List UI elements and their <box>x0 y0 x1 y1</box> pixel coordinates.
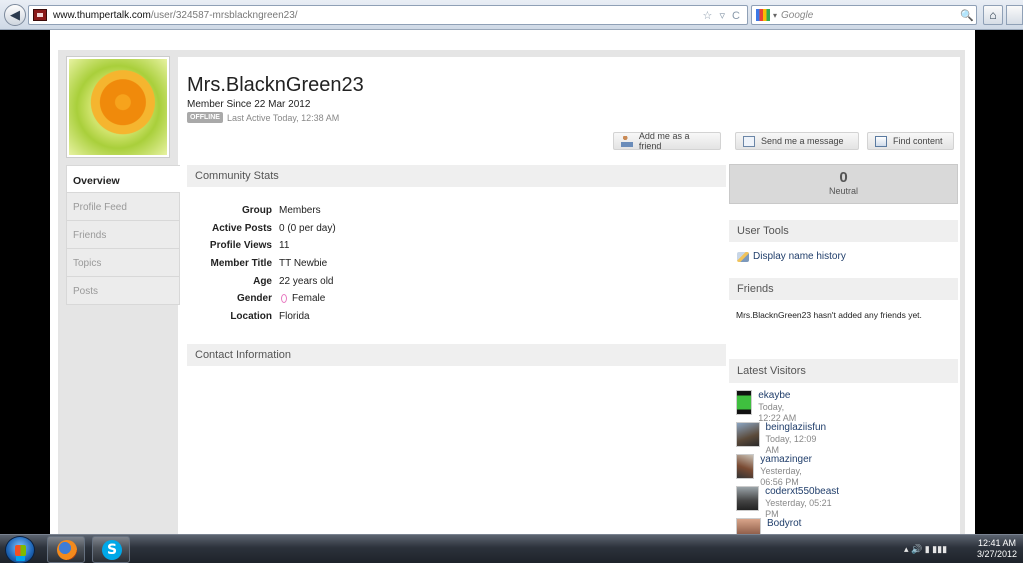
stat-row-member-title: Member Title TT Newbie <box>210 258 328 270</box>
tab-overview[interactable]: Overview <box>66 165 180 193</box>
tab-profile-feed[interactable]: Profile Feed <box>66 193 180 221</box>
list-item[interactable]: Bodyrot <box>736 518 801 534</box>
stat-row-age: Age 22 years old <box>253 275 334 287</box>
page-title: Mrs.BlacknGreen23 <box>187 74 364 96</box>
skype-taskbar-button[interactable]: S <box>92 536 130 563</box>
tab-friends[interactable]: Friends <box>66 221 180 249</box>
find-content-icon <box>875 135 887 147</box>
clock-time: 12:41 AM <box>977 538 1017 548</box>
page-content: Mrs.BlacknGreen23 Member Since 22 Mar 20… <box>50 30 975 534</box>
browser-toolbar: ◀ www.thumpertalk.com/user/324587-mrsbla… <box>0 0 1023 30</box>
toolbar-extra-button[interactable] <box>1006 5 1023 25</box>
latest-visitors-header: Latest Visitors <box>729 359 958 383</box>
bookmark-star-icon[interactable]: ☆ ▿ C <box>703 9 747 22</box>
avatar[interactable] <box>736 390 753 415</box>
add-friend-icon <box>621 135 633 147</box>
avatar[interactable] <box>736 518 761 534</box>
url-domain: www.thumpertalk.com <box>53 9 151 21</box>
last-active: Last Active Today, 12:38 AM <box>226 112 340 123</box>
member-since: Member Since 22 Mar 2012 <box>187 99 311 110</box>
stat-row-group: Group Members <box>242 205 321 217</box>
search-input[interactable]: Google <box>781 10 958 21</box>
community-stats-list: Group Members Active Posts 0 (0 per day) P… <box>187 202 487 325</box>
home-icon: ⌂ <box>989 8 997 22</box>
skype-icon: S <box>102 540 122 560</box>
reputation-box: 0 Neutral <box>729 164 958 204</box>
profile-photo[interactable] <box>66 56 170 158</box>
url-text: www.thumpertalk.com/user/324587-mrsblack… <box>53 10 703 21</box>
avatar[interactable] <box>736 454 755 479</box>
back-arrow-icon: ◀ <box>10 7 20 22</box>
system-tray[interactable]: ▴ 🔊 ▮ ▮▮▮ <box>900 535 970 563</box>
taskbar-empty-area <box>136 536 896 563</box>
send-message-button[interactable]: Send me a message <box>735 132 859 150</box>
display-name-history-link[interactable]: Display name history <box>737 251 846 262</box>
search-bar[interactable]: ▾ Google 🔍 <box>751 5 977 25</box>
add-friend-button[interactable]: Add me as a friend <box>613 131 721 151</box>
firefox-icon <box>57 540 77 560</box>
tab-topics[interactable]: Topics <box>66 249 180 277</box>
system-clock[interactable]: 12:41 AM 3/27/2012 <box>973 538 1021 560</box>
list-item[interactable]: yamazinger Yesterday, 06:56 PM <box>736 454 819 487</box>
friends-empty-text: Mrs.BlacknGreen23 hasn't added any frien… <box>736 310 922 320</box>
user-tools-header: User Tools <box>729 220 958 242</box>
find-content-button[interactable]: Find content <box>867 132 954 150</box>
status-badge: OFFLINE <box>187 112 223 123</box>
chevron-down-icon[interactable]: ▾ <box>773 11 777 20</box>
search-icon[interactable]: 🔍 <box>958 6 976 24</box>
list-item[interactable]: coderxt550beast Yesterday, 05:21 PM <box>736 486 841 519</box>
contact-info-header: Contact Information <box>187 344 726 366</box>
firefox-taskbar-button[interactable] <box>47 536 85 563</box>
profile-tabs: Overview Profile Feed Friends Topics Pos… <box>66 165 180 305</box>
page-viewport: Mrs.BlacknGreen23 Member Since 22 Mar 20… <box>0 30 1023 534</box>
pencil-icon <box>737 251 749 262</box>
tab-posts[interactable]: Posts <box>66 277 180 305</box>
taskbar: S ▴ 🔊 ▮ ▮▮▮ 12:41 AM 3/27/2012 <box>0 534 1023 563</box>
stat-row-profile-views: Profile Views 11 <box>209 240 290 252</box>
female-icon <box>281 294 287 304</box>
list-item[interactable]: ekaybe Today, 12:22 AM <box>736 390 799 423</box>
home-button[interactable]: ⌂ <box>983 5 1003 25</box>
address-bar[interactable]: www.thumpertalk.com/user/324587-mrsblack… <box>28 5 748 25</box>
stat-row-active-posts: Active Posts 0 (0 per day) <box>211 222 336 234</box>
avatar <box>69 59 167 155</box>
google-icon[interactable] <box>756 9 770 21</box>
tray-icons[interactable]: ▴ 🔊 ▮ ▮▮▮ <box>904 544 947 555</box>
status-line: OFFLINE Last Active Today, 12:38 AM <box>187 112 339 123</box>
stat-row-location: Location Florida <box>230 310 310 322</box>
message-icon <box>743 135 755 147</box>
reputation-value: 0 <box>839 169 848 186</box>
avatar[interactable] <box>736 486 760 511</box>
stat-row-gender: Gender Female <box>236 293 326 305</box>
friends-header: Friends <box>729 278 958 300</box>
reputation-label: Neutral <box>828 186 858 196</box>
list-item[interactable]: beinglaziisfun Today, 12:09 AM <box>736 422 828 455</box>
site-favicon-icon <box>33 9 47 21</box>
back-button[interactable]: ◀ <box>4 4 26 26</box>
avatar[interactable] <box>736 422 760 447</box>
start-button[interactable] <box>5 536 35 563</box>
community-stats-header: Community Stats <box>187 165 726 187</box>
clock-date: 3/27/2012 <box>976 549 1018 559</box>
url-path: /user/324587-mrsblackngreen23/ <box>150 9 298 21</box>
